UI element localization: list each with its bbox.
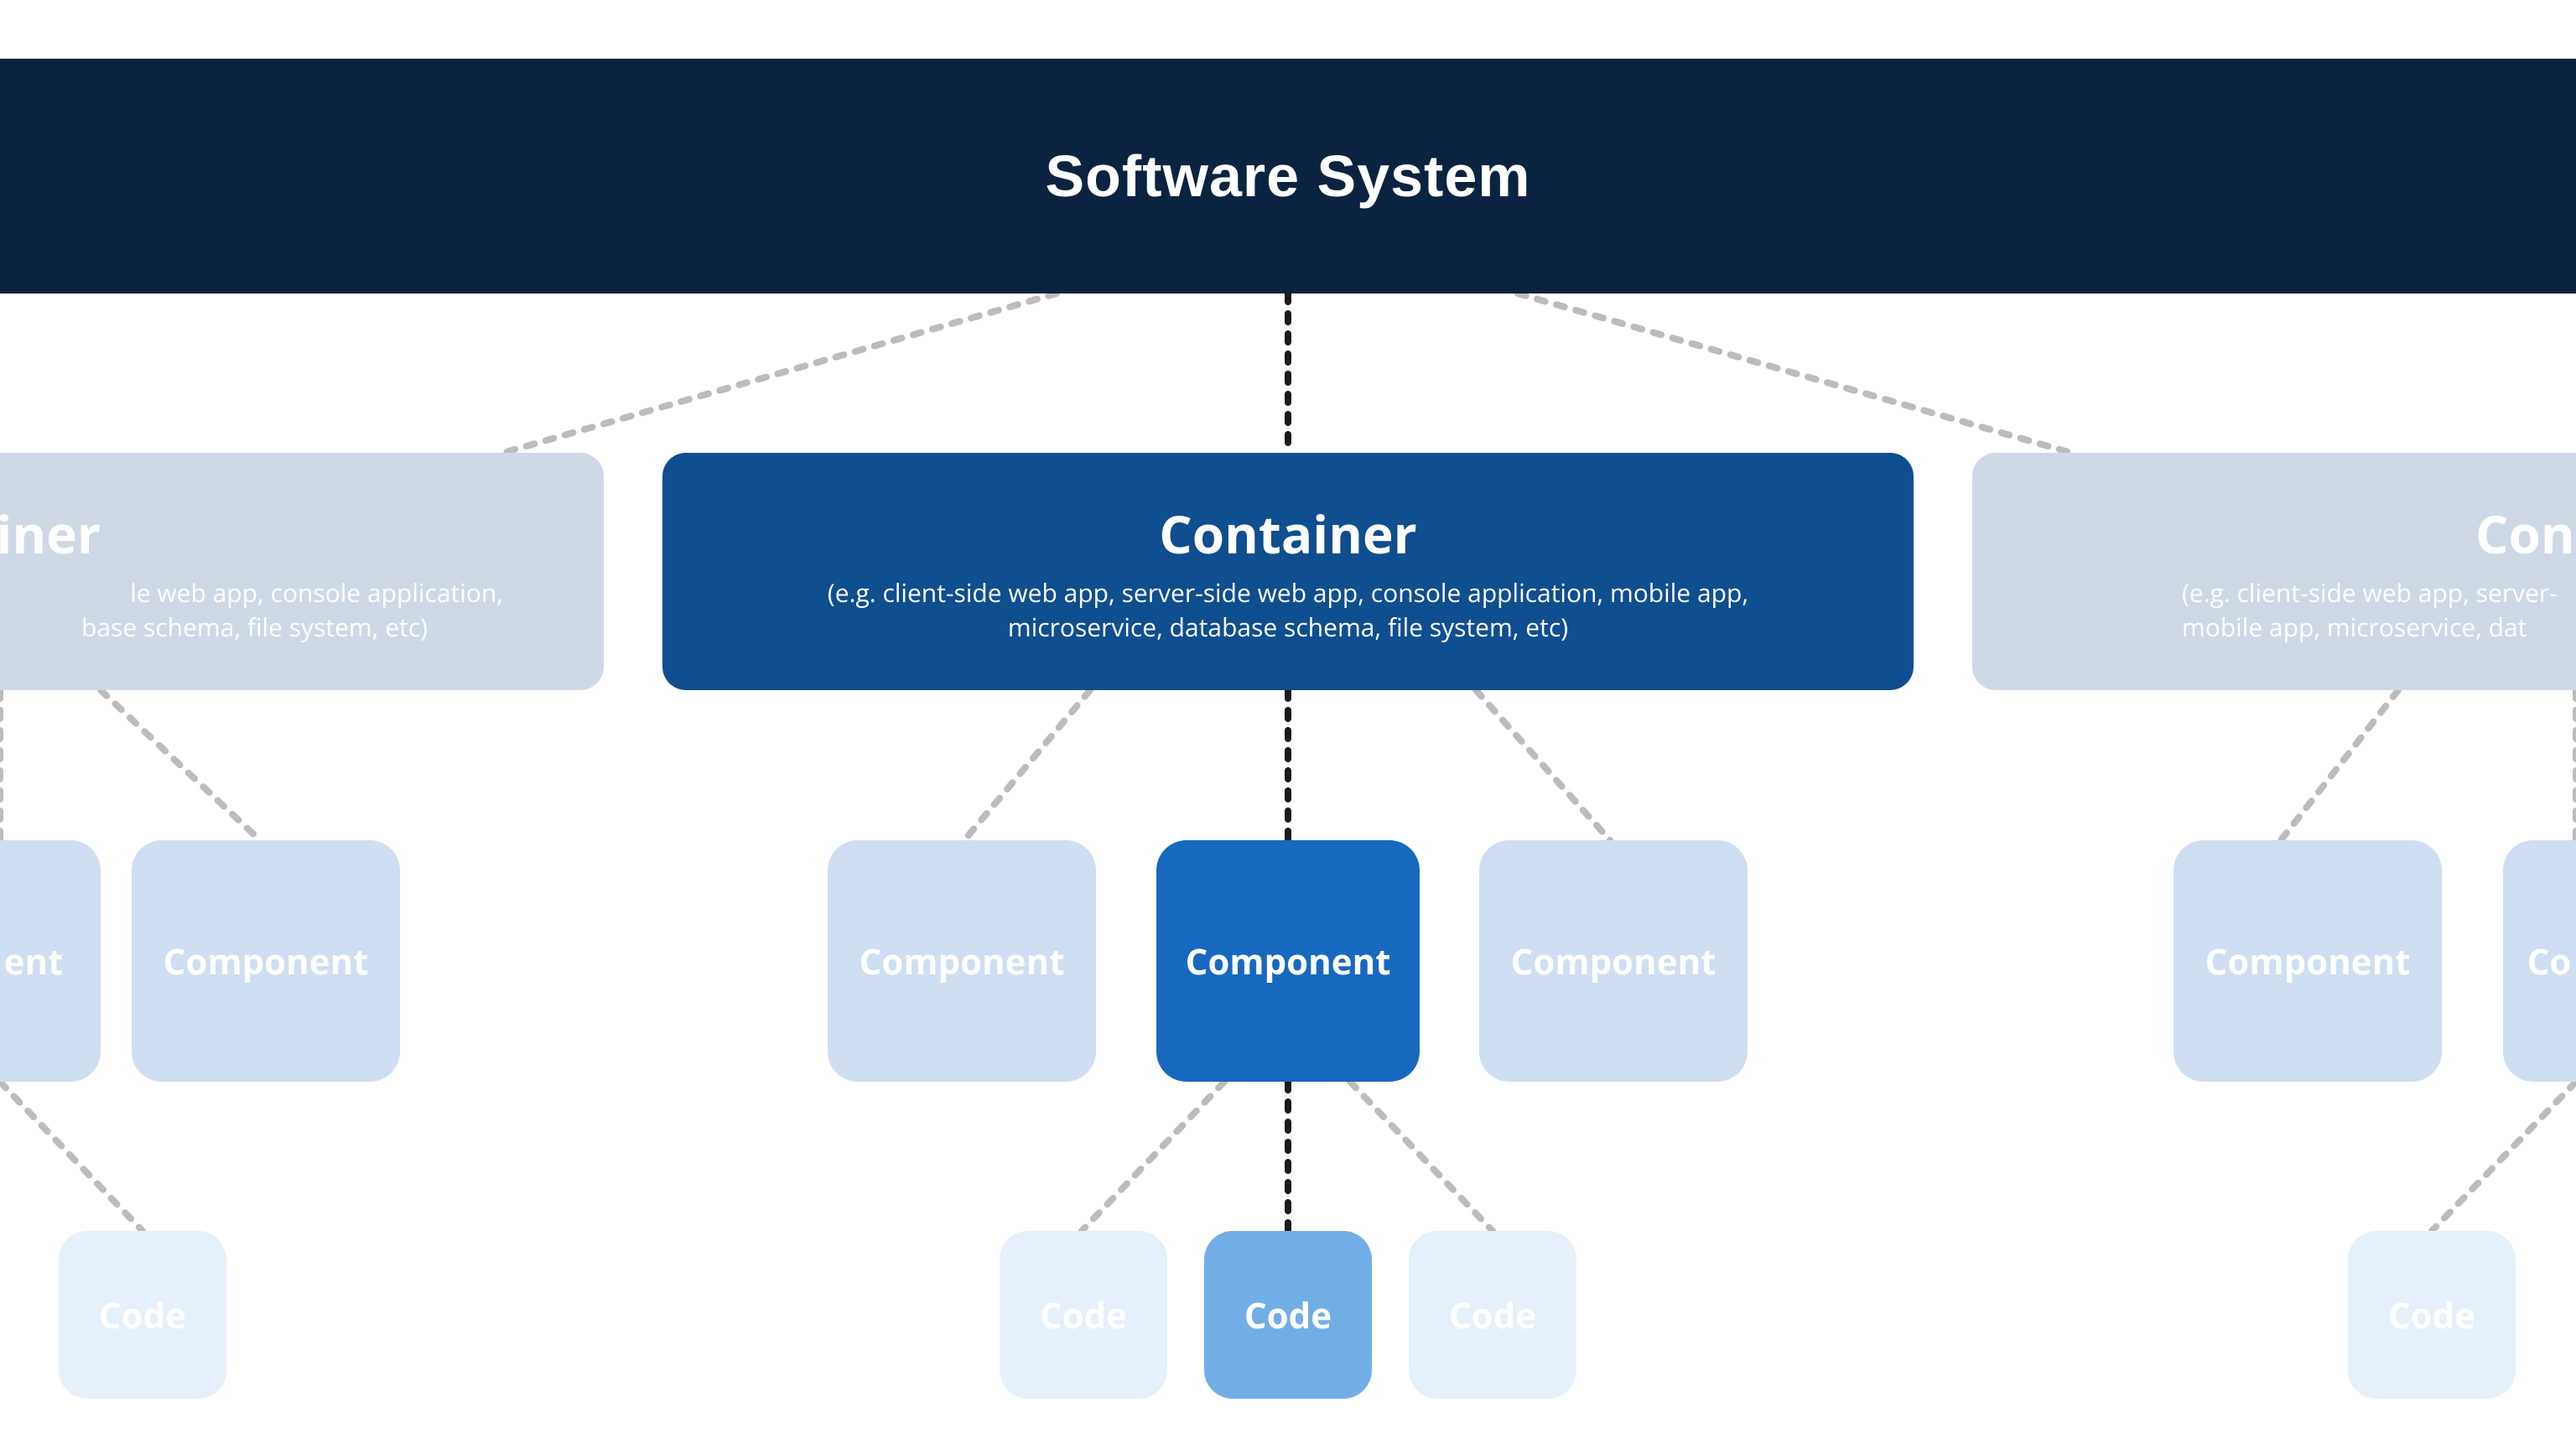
code-far-left: Code [59, 1231, 226, 1399]
component-label: Co [2527, 937, 2572, 985]
code-label: Code [1244, 1291, 1332, 1339]
container-center-active: Container (e.g. client-side web app, ser… [662, 453, 1914, 690]
code-label: Code [99, 1291, 186, 1339]
container-left-title: iner [0, 499, 570, 569]
component-center-right: Component [1479, 840, 1748, 1082]
component-label: Component [860, 937, 1065, 985]
component-label: Component [1511, 937, 1716, 985]
component-label: Component [2205, 937, 2411, 985]
container-right-title: Cont [2006, 499, 2576, 569]
code-center-right: Code [1409, 1231, 1576, 1399]
container-right-subtitle1: (e.g. client-side web app, server- [2006, 576, 2558, 610]
software-system-bar: Software System [0, 59, 2576, 293]
code-far-right: Code [2348, 1231, 2516, 1399]
container-right-faded: Cont (e.g. client-side web app, server- … [1972, 453, 2576, 690]
component-center-active: Component [1156, 840, 1420, 1082]
component-far-right-partial: Co [2503, 840, 2576, 1082]
software-system-title: Software System [1045, 143, 1530, 210]
component-label: Component [164, 937, 369, 985]
container-center-title: Container [1159, 499, 1416, 569]
diagram-canvas: Software System iner le web app, console… [0, 0, 2576, 1449]
component-label: ent [0, 937, 63, 985]
component-left-2: Component [132, 840, 400, 1082]
code-label: Code [1449, 1291, 1536, 1339]
container-left-subtitle1: le web app, console application, [130, 576, 570, 610]
code-center-active: Code [1204, 1231, 1372, 1399]
container-center-subtitle: (e.g. client-side web app, server-side w… [827, 576, 1749, 644]
component-label: Component [1186, 937, 1391, 985]
code-label: Code [2388, 1291, 2475, 1339]
code-center-left: Code [1000, 1231, 1167, 1399]
component-right-1: Component [2174, 840, 2442, 1082]
component-center-left: Component [828, 840, 1096, 1082]
container-left-subtitle2: base schema, file system, etc) [81, 610, 570, 645]
container-right-subtitle2: mobile app, microservice, dat [2006, 610, 2527, 645]
container-left-faded: iner le web app, console application, ba… [0, 453, 604, 690]
code-label: Code [1040, 1291, 1127, 1339]
component-far-left-partial: ent [0, 840, 101, 1082]
